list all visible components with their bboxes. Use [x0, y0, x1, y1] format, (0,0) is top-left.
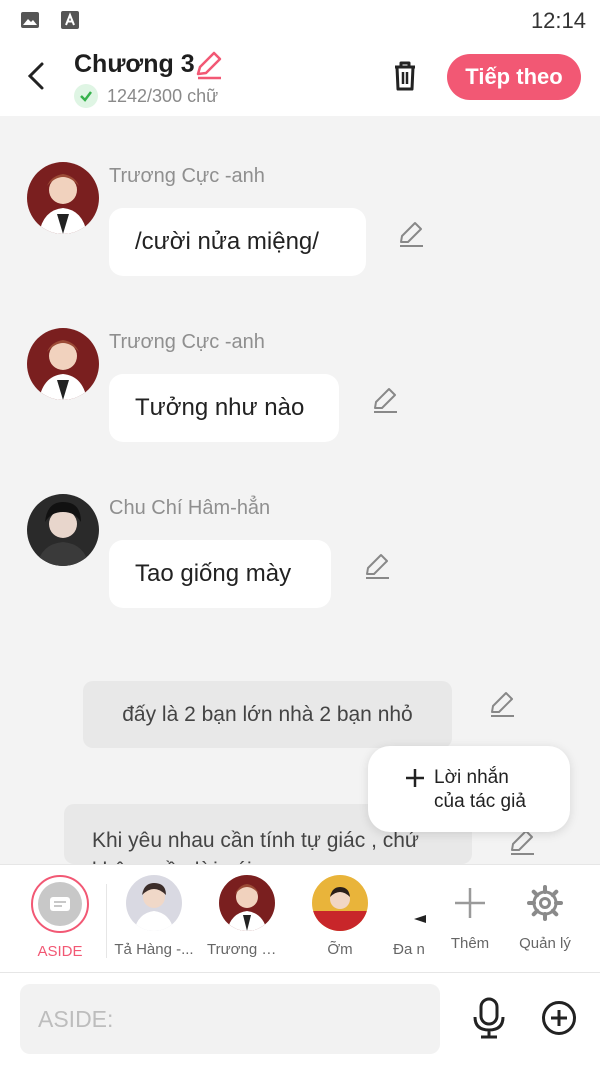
delete-button[interactable]: [385, 56, 425, 96]
character-name: Trương Cực -anh: [109, 165, 265, 187]
clock: 12:14: [530, 8, 586, 33]
aside-text-line: không cần lời nói: [92, 856, 472, 864]
aside-text: đấy là 2 bạn lớn nhà 2 bạn nhỏ: [122, 702, 413, 726]
aside-bubble[interactable]: đấy là 2 bạn lớn nhà 2 bạn nhỏ: [83, 681, 452, 748]
edit-message-icon[interactable]: [371, 386, 399, 414]
chevron-left-icon: [27, 62, 44, 90]
plus-icon: [430, 875, 510, 931]
manage-label: Quản lý: [519, 935, 571, 952]
character-label: Tả Hàng -...: [114, 941, 194, 958]
character-item[interactable]: Trương Cự...: [207, 875, 287, 958]
author-note-line: của tác giả: [434, 791, 526, 812]
top-header: Chương 3 1242/300 chữ Tiếp theo: [0, 40, 600, 116]
character-name: Chu Chí Hâm-hẳn: [109, 497, 271, 519]
author-note-line: Lời nhắn: [434, 767, 509, 788]
gear-icon: [505, 875, 585, 931]
message-bubble[interactable]: /cười nửa miệng/: [109, 208, 366, 276]
character-item[interactable]: Tả Hàng -...: [114, 875, 194, 958]
character-label: ASIDE: [37, 943, 83, 960]
next-button[interactable]: Tiếp theo: [447, 54, 581, 100]
character-item[interactable]: Đa n: [392, 875, 426, 958]
message-bubble[interactable]: Tưởng như nào: [109, 374, 339, 442]
add-label: Thêm: [450, 935, 490, 952]
character-label: Đa n: [393, 941, 425, 958]
message-input[interactable]: [20, 984, 440, 1054]
edit-aside-icon[interactable]: [508, 828, 536, 862]
character-name: Trương Cực -anh: [109, 331, 265, 353]
character-avatar: [406, 875, 426, 931]
status-bar: [0, 0, 600, 40]
character-label: Trương Cự...: [207, 941, 287, 958]
add-character-button[interactable]: Thêm: [430, 875, 510, 952]
check-icon: [74, 84, 98, 108]
microphone-icon[interactable]: [470, 996, 508, 1040]
character-item[interactable]: Ỡm: [300, 875, 380, 958]
edit-message-icon[interactable]: [363, 552, 391, 580]
avatar[interactable]: [27, 162, 99, 234]
edit-aside-icon[interactable]: [488, 690, 516, 718]
trash-icon: [395, 61, 415, 91]
plus-icon: [404, 767, 426, 789]
image-notification-icon: [20, 10, 40, 30]
avatar[interactable]: [27, 328, 99, 400]
aside-avatar: [31, 875, 89, 933]
edit-message-icon[interactable]: [397, 220, 425, 248]
character-avatar: [312, 875, 368, 931]
character-avatar: [219, 875, 275, 931]
divider: [106, 884, 107, 958]
character-label: Ỡm: [327, 941, 353, 958]
edit-title-icon[interactable]: [194, 50, 224, 80]
character-aside[interactable]: ASIDE: [20, 875, 100, 960]
chapter-title: Chương 3: [74, 50, 195, 78]
word-count: 1242/300 chữ: [107, 86, 219, 106]
chat-icon: [50, 897, 70, 911]
font-notification-icon: [60, 10, 80, 30]
manage-characters-button[interactable]: Quản lý: [505, 875, 585, 952]
avatar[interactable]: [27, 494, 99, 566]
character-avatar: [126, 875, 182, 931]
add-circle-icon[interactable]: [541, 1000, 577, 1036]
author-note-label: Lời nhắn của tác giả: [434, 766, 526, 814]
message-bubble[interactable]: Tao giống mày: [109, 540, 331, 608]
back-button[interactable]: [18, 58, 54, 94]
